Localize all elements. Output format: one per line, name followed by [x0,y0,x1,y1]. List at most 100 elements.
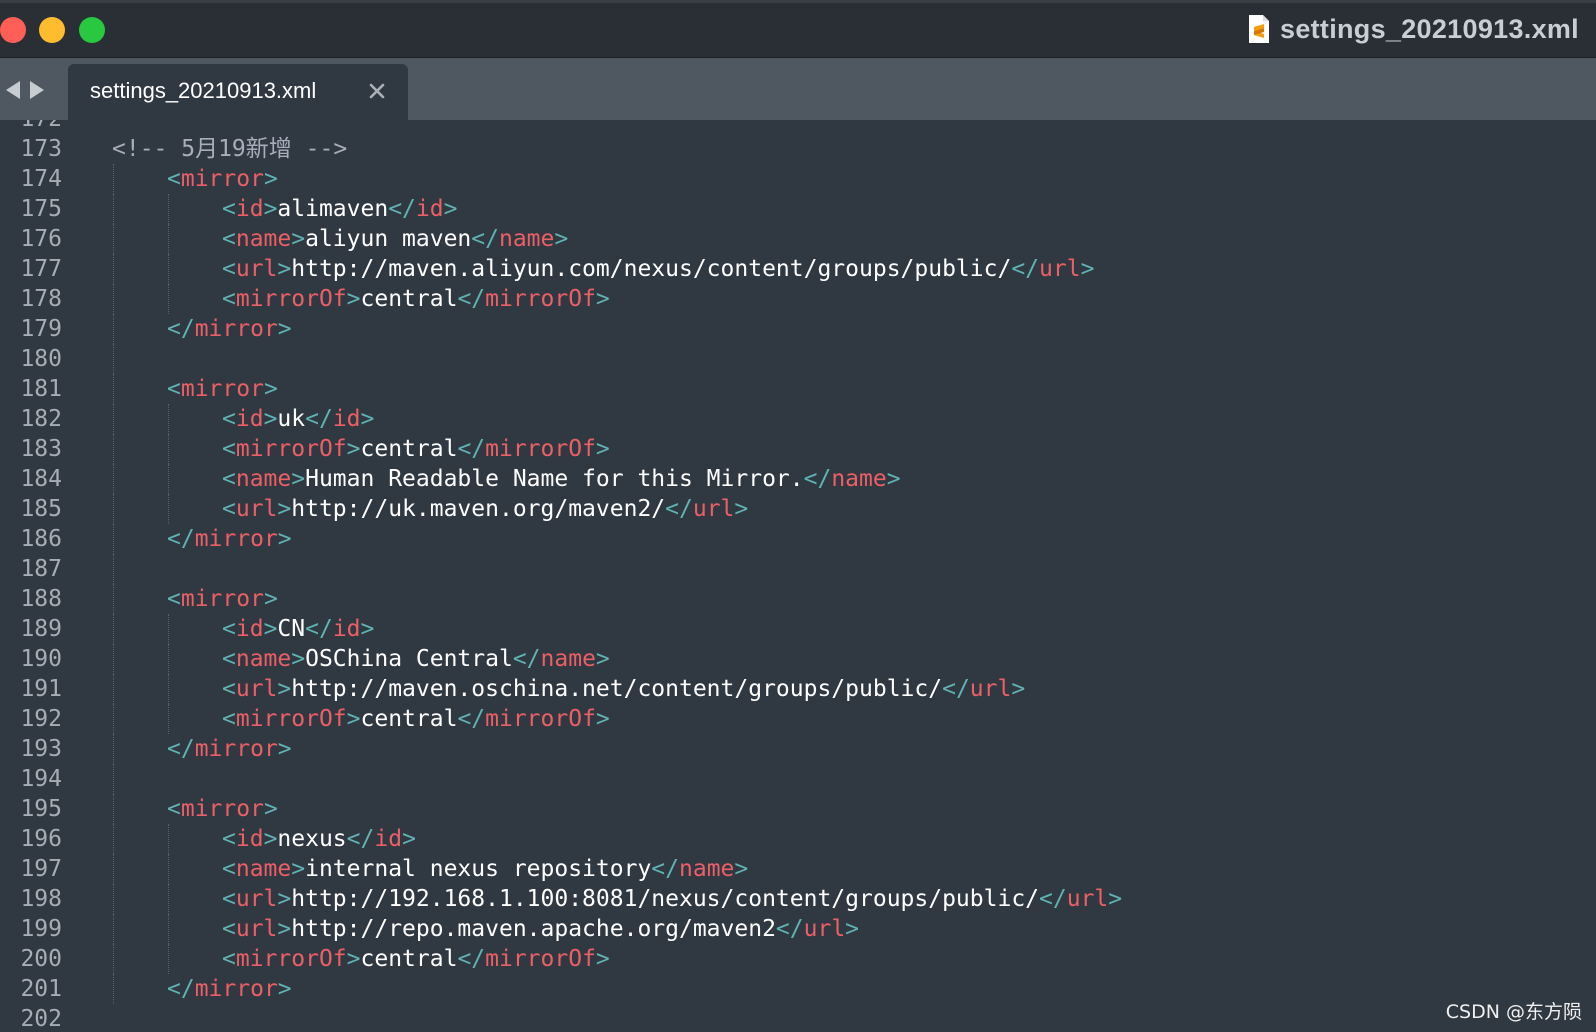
tag-name: name [235,226,292,252]
tag-name: id [415,196,444,222]
line-source: <name>aliyun maven</name> [222,224,568,254]
indent-guide [113,944,114,974]
editor-window: settings_20210913.xml settings_20210913.… [0,0,1596,1032]
code-line: 193 </mirror> [0,734,1596,764]
zoom-window-button[interactable] [79,17,105,43]
indent-guide [113,734,114,764]
indent-guide [113,164,114,194]
tab-settings-xml[interactable]: settings_20210913.xml [68,64,408,120]
tag-bracket: > [346,706,361,732]
text-content: alimaven [277,196,389,222]
code-line: 189 <id>CN</id> [0,614,1596,644]
chevron-right-icon[interactable] [28,80,46,100]
tag-bracket: < [222,466,236,492]
tag-name: mirrorOf [485,286,596,312]
tag-bracket: > [1108,886,1123,912]
tag-bracket: < [222,856,236,882]
tag-bracket: < [222,646,236,672]
tag-bracket: > [263,826,278,852]
line-source: </mirror> [167,524,292,554]
text-content: http://uk.maven.org/maven2/ [291,496,666,522]
indent-guide [113,434,114,464]
tag-name: id [332,616,361,642]
line-number: 182 [20,406,62,432]
tag-bracket: > [263,406,278,432]
text-content: CN [277,616,306,642]
indent-guide [113,194,114,224]
tag-bracket: > [277,886,292,912]
code-line: 182 <id>uk</id> [0,404,1596,434]
line-number: 185 [20,496,62,522]
indent-guide [113,614,114,644]
text-content: http://repo.maven.apache.org/maven2 [291,916,776,942]
tag-bracket: </ [942,676,970,702]
tag-name: url [969,676,1012,702]
tag-name: mirrorOf [485,946,596,972]
indent-guide [113,584,114,614]
line-number: 184 [20,466,62,492]
line-number: 196 [20,826,62,852]
tag-name: id [374,826,403,852]
chevron-left-icon[interactable] [4,80,22,100]
text-content: OSChina Central [305,646,513,672]
tag-name: mirror [180,796,264,822]
code-editor[interactable]: 172173<!-- 5月19新增 -->174<mirror>175<id>a… [0,120,1596,1032]
code-line: 190 <name>OSChina Central</name> [0,644,1596,674]
code-line: 195 <mirror> [0,794,1596,824]
tag-name: mirror [194,976,278,1002]
close-window-button[interactable] [0,17,26,43]
tag-bracket: > [595,646,610,672]
tag-bracket: > [402,826,416,852]
indent-guide [168,854,169,884]
indent-guide [168,434,169,464]
indent-guide [168,824,169,854]
tag-bracket: > [277,916,292,942]
line-number: 183 [20,436,62,462]
line-number: 200 [20,946,62,972]
code-line: 172 [0,120,1596,134]
line-source: <name>Human Readable Name for this Mirro… [222,464,901,494]
indent-guide [168,464,169,494]
indent-guide [168,704,169,734]
code-line: 198 <url>http://192.168.1.100:8081/nexus/… [0,884,1596,914]
tag-name: name [540,646,596,672]
line-number: 195 [20,796,62,822]
close-tab-icon[interactable] [366,80,388,102]
tag-name: id [332,406,361,432]
line-number: 181 [20,376,62,402]
tag-bracket: > [277,526,292,552]
code-line: 175 <id>alimaven</id> [0,194,1596,224]
text-content: internal nexus repository [305,856,652,882]
tag-bracket: > [346,286,361,312]
line-source: <url>http://repo.maven.apache.org/maven2… [222,914,859,944]
indent-guide [113,374,114,404]
tag-bracket: </ [1039,886,1067,912]
code-line: 192 <mirrorOf>central</mirrorOf> [0,704,1596,734]
line-number: 202 [20,1006,62,1032]
tag-name: id [235,616,264,642]
line-number: 190 [20,646,62,672]
code-line: 184 <name>Human Readable Name for this Mi… [0,464,1596,494]
code-line: 202 [0,1004,1596,1032]
text-content: Human Readable Name for this Mirror. [305,466,804,492]
line-source: <id>alimaven</id> [222,194,457,224]
tag-name: url [803,916,846,942]
tag-name: id [235,826,264,852]
minimize-window-button[interactable] [39,17,65,43]
tag-bracket: > [346,436,361,462]
line-number: 174 [20,166,62,192]
tag-name: id [235,196,264,222]
code-line: 194 [0,764,1596,794]
line-number: 179 [20,316,62,342]
indent-guide [113,674,114,704]
tag-bracket: </ [346,826,375,852]
tag-bracket: > [291,466,306,492]
code-line: 174 <mirror> [0,164,1596,194]
line-number: 189 [20,616,62,642]
indent-guide [168,194,169,224]
line-source: <mirror> [167,584,278,614]
tag-bracket: < [222,196,236,222]
tag-name: url [235,676,278,702]
text-content: central [360,286,458,312]
tag-bracket: </ [457,286,486,312]
